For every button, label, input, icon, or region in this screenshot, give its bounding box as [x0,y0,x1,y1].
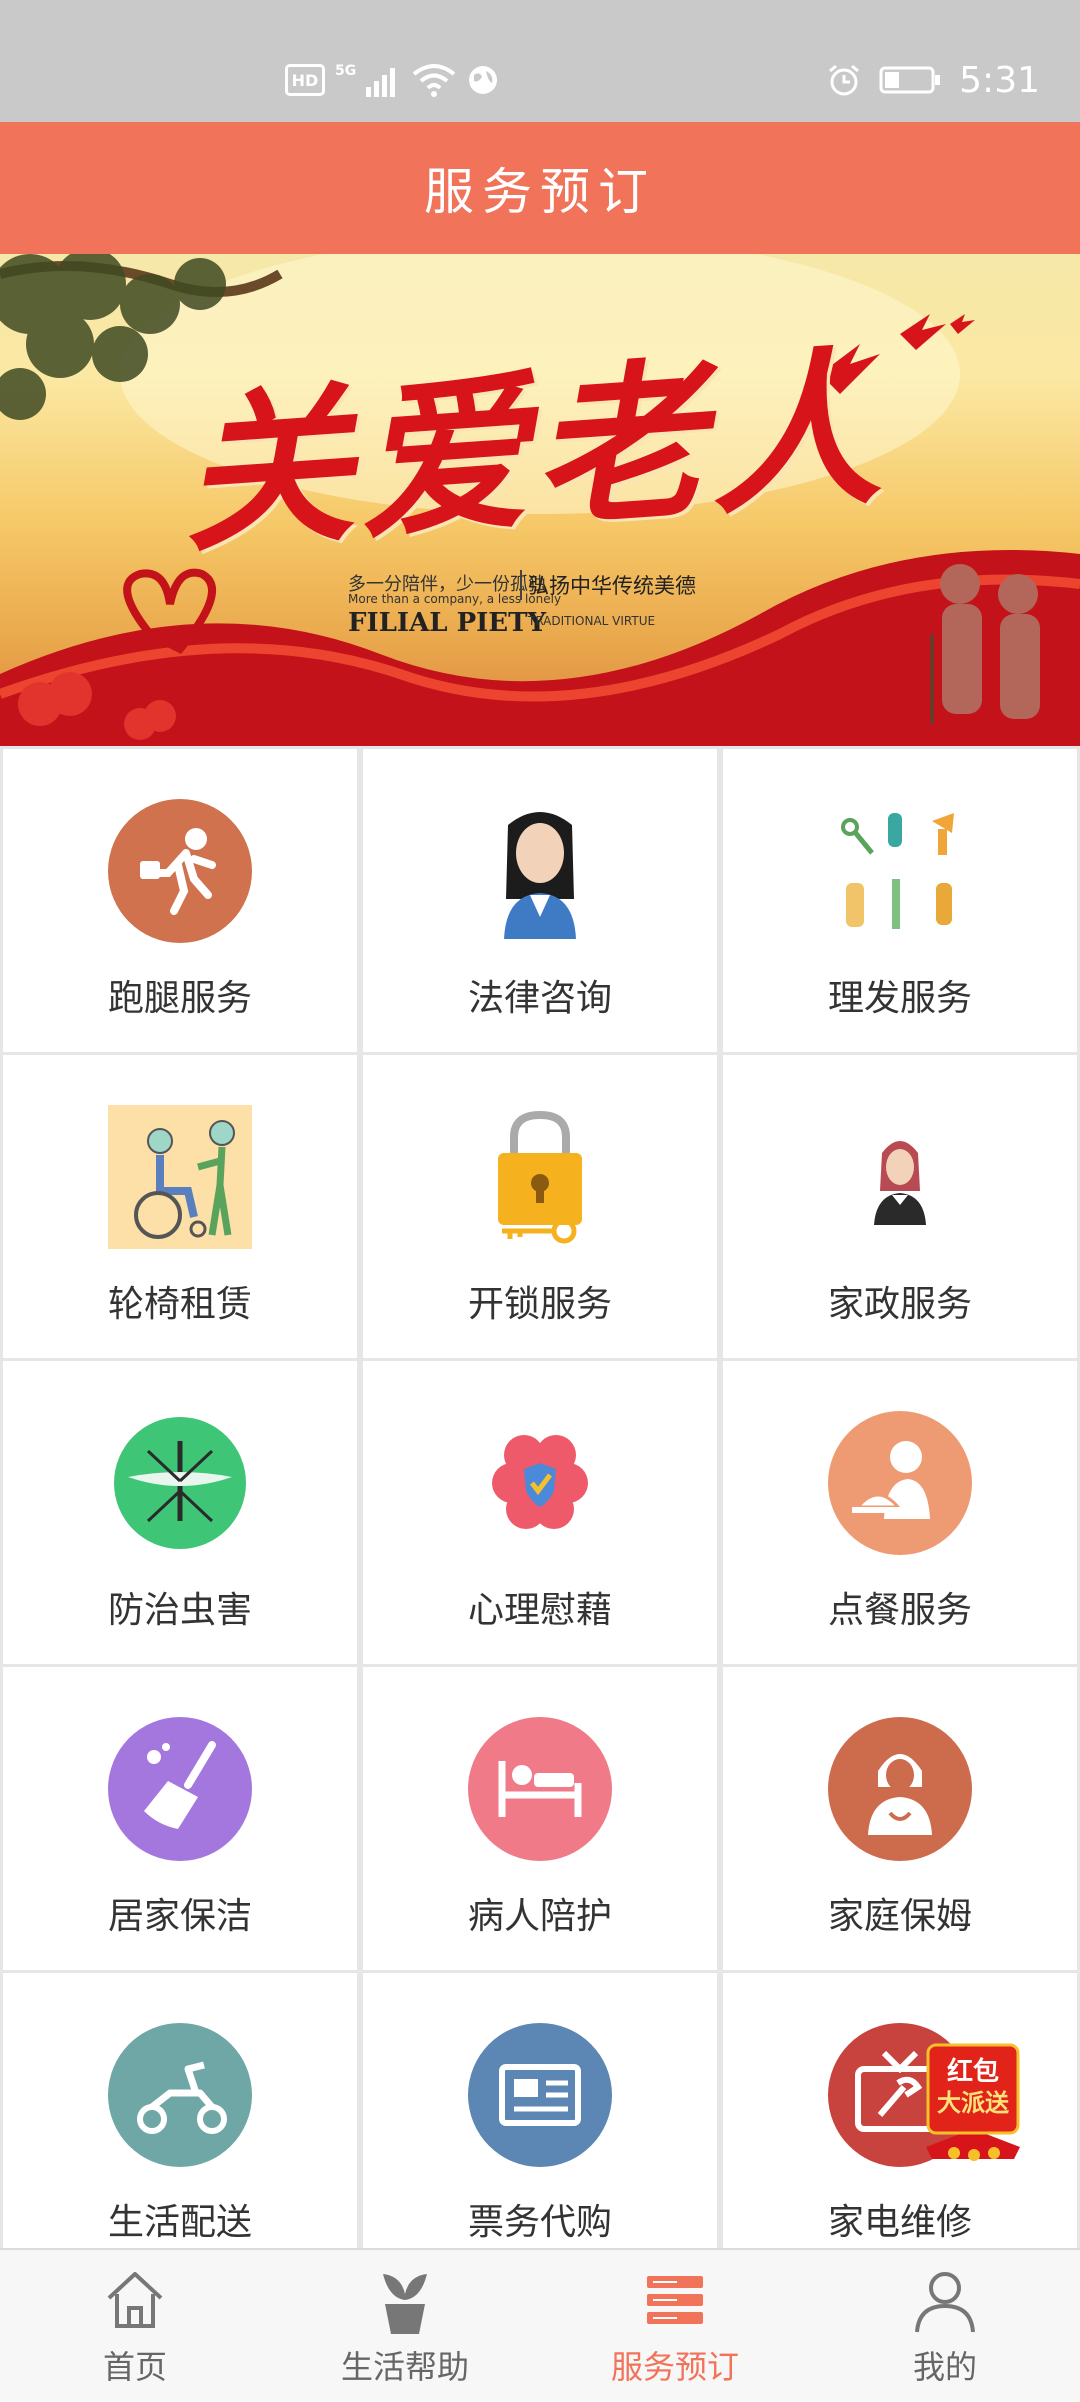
service-patient-care[interactable]: 病人陪护 [363,1667,717,1970]
service-label: 法律咨询 [467,978,612,1019]
signal-icon [366,68,396,97]
service-housekeeping[interactable]: 家政服务 [723,1055,1077,1358]
user-icon [915,2272,975,2333]
status-left: HD 5G [285,58,500,102]
waiter-icon [828,1411,972,1555]
runner-icon [108,799,252,943]
brain-shield-icon [492,1435,588,1529]
service-label: 居家保洁 [107,1896,252,1937]
ticket-icon [468,2023,612,2167]
service-haircut[interactable]: 理发服务 [723,749,1077,1052]
service-unlock[interactable]: 开锁服务 [363,1055,717,1358]
tab-label: 生活帮助 [340,2348,469,2386]
padlock-icon [498,1110,582,1244]
hd-badge: HD [285,64,325,96]
banner[interactable]: 关爱老人 多一分陪伴，少一份孤独 More than a company, a … [0,254,1080,746]
plant-pot-icon [383,2274,427,2334]
banner-title: 关爱老人 [174,327,892,577]
service-grid: 跑腿服务 法律咨询 理发服务 轮椅租赁 开锁服务 家政服务 防治虫害 心理慰藉 … [0,746,1080,2248]
tab-label: 我的 [912,2348,977,2386]
service-delivery[interactable]: 生活配送 [3,1973,357,2248]
service-ticketing[interactable]: 票务代购 [363,1973,717,2248]
hospital-bed-icon [468,1717,612,1861]
scooter-icon [108,2023,252,2167]
tab-label: 服务预订 [610,2348,739,2386]
status-bar: HD 5G 5:31 [0,0,1080,122]
status-time: 5:31 [959,59,1040,101]
service-errand[interactable]: 跑腿服务 [3,749,357,1052]
home-icon [107,2272,163,2328]
service-label: 家电维修 [827,2202,972,2243]
service-label: 跑腿服务 [107,978,252,1019]
service-legal[interactable]: 法律咨询 [363,749,717,1052]
service-label: 病人陪护 [467,1896,612,1937]
globe-icon [469,66,498,94]
network-label: 5G [335,63,357,79]
status-right: 5:31 [827,52,1040,108]
app-header: 服务预订 [0,122,1080,254]
mosquito-icon [114,1417,246,1549]
service-psychology[interactable]: 心理慰藉 [363,1361,717,1664]
service-nanny[interactable]: 家庭保姆 [723,1667,1077,1970]
barber-tools-icon [841,813,954,929]
service-label: 心理慰藉 [467,1590,612,1631]
service-cleaning[interactable]: 居家保洁 [3,1667,357,1970]
tab-label: 首页 [102,2348,167,2386]
red-envelope-badge[interactable]: 红包 大派送 [918,2043,1028,2163]
banner-trad: TRADITIONAL VIRTUE [528,614,656,628]
banner-filial: FILIAL PIETY [348,608,547,638]
battery-icon [879,66,941,94]
service-label: 家政服务 [827,1284,972,1325]
broom-icon [108,1717,252,1861]
service-label: 防治虫害 [107,1590,252,1631]
service-label: 票务代购 [467,2202,612,2243]
red-envelope-line2: 大派送 [937,2089,1009,2117]
lawyer-icon [504,812,576,939]
tab-mine[interactable]: 我的 [810,2250,1080,2402]
service-food-order[interactable]: 点餐服务 [723,1361,1077,1664]
service-wheelchair[interactable]: 轮椅租赁 [3,1055,357,1358]
banner-slogan: 弘扬中华传统美德 [520,570,696,600]
service-label: 生活配送 [107,2202,252,2243]
service-label: 开锁服务 [467,1284,612,1325]
housekeeper-icon [874,1141,926,1225]
service-label: 轮椅租赁 [107,1284,252,1325]
bottom-tab-bar: 首页 生活帮助 服务预订 我的 [0,2248,1080,2402]
page-title: 服务预订 [424,163,656,221]
wifi-icon [412,64,456,97]
service-appliance-repair[interactable]: 家电维修 红包 大派送 [723,1973,1077,2248]
list-icon [647,2276,703,2324]
tab-home[interactable]: 首页 [0,2250,270,2402]
service-pest[interactable]: 防治虫害 [3,1361,357,1664]
service-label: 点餐服务 [827,1590,972,1631]
tab-life-help[interactable]: 生活帮助 [270,2250,540,2402]
tab-service-booking[interactable]: 服务预订 [540,2250,810,2402]
service-label: 家庭保姆 [827,1896,972,1937]
nanny-icon [828,1717,972,1861]
alarm-icon [829,64,860,96]
wheelchair-icon [108,1105,252,1249]
service-label: 理发服务 [827,978,972,1019]
